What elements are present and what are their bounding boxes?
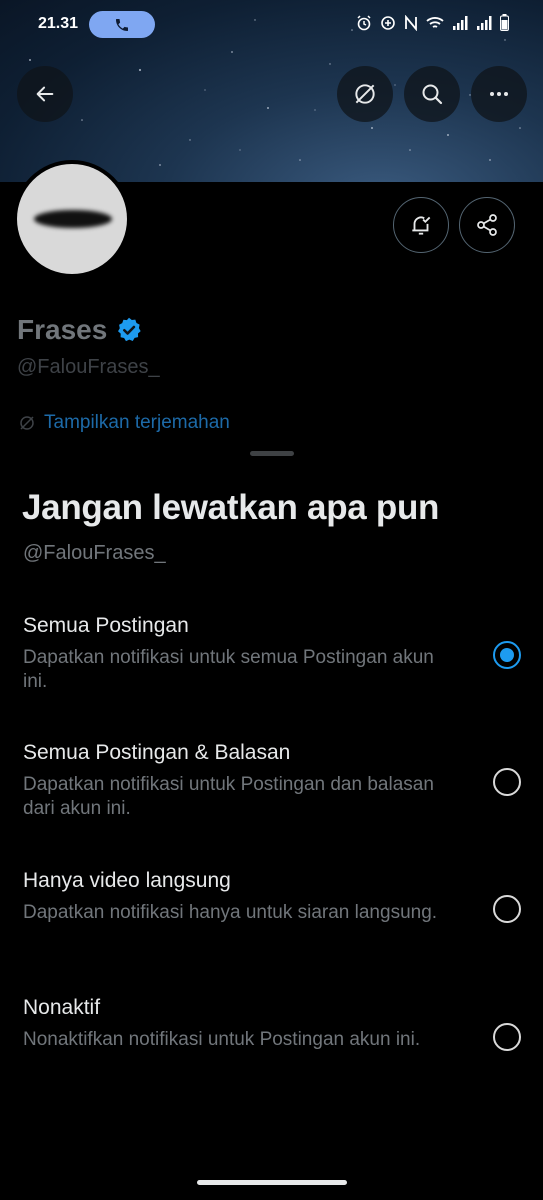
status-time: 21.31 xyxy=(38,15,79,32)
radio-posts-and-replies[interactable] xyxy=(493,768,521,796)
option-description: Dapatkan notifikasi untuk semua Postinga… xyxy=(23,647,434,692)
option-title: Semua Postingan & Balasan xyxy=(23,741,291,764)
status-icons xyxy=(356,14,509,31)
option-live-only[interactable]: Hanya video langsung Dapatkan notifikasi… xyxy=(0,869,543,979)
phone-icon xyxy=(116,18,128,31)
option-description: Nonaktifkan notifikasi untuk Postingan a… xyxy=(23,1029,421,1050)
option-title: Nonaktif xyxy=(23,996,101,1019)
back-button[interactable] xyxy=(17,66,73,122)
signal-icon xyxy=(476,15,492,31)
share-icon xyxy=(477,214,497,236)
ongoing-call-pill[interactable] xyxy=(89,11,155,38)
translate-toggle-button[interactable] xyxy=(337,66,393,122)
profile-handle: @FalouFrases_ xyxy=(17,356,160,378)
radio-all-posts[interactable] xyxy=(493,641,521,669)
home-indicator[interactable] xyxy=(197,1180,347,1185)
translate-off-icon xyxy=(355,84,375,104)
sheet-grabber[interactable] xyxy=(250,451,294,456)
option-description: Dapatkan notifikasi hanya untuk siaran l… xyxy=(23,902,438,923)
option-posts-and-replies[interactable]: Semua Postingan & Balasan Dapatkan notif… xyxy=(0,741,543,851)
translate-off-icon xyxy=(20,416,34,430)
option-title: Hanya video langsung xyxy=(23,869,231,892)
search-icon xyxy=(422,84,443,105)
sheet-title: Jangan lewatkan apa pun xyxy=(22,488,440,527)
nfc-icon xyxy=(404,14,418,31)
verified-badge-icon xyxy=(118,317,141,342)
bell-check-icon xyxy=(412,216,431,235)
share-button[interactable] xyxy=(459,197,515,253)
more-options-button[interactable] xyxy=(471,66,527,122)
sheet-handle: @FalouFrases_ xyxy=(23,542,166,564)
radio-live-only[interactable] xyxy=(493,895,521,923)
notification-settings-sheet: Jangan lewatkan apa pun @FalouFrases_ Se… xyxy=(0,440,543,1200)
alarm-icon xyxy=(356,14,372,31)
search-button[interactable] xyxy=(404,66,460,122)
option-all-posts[interactable]: Semua Postingan Dapatkan notifikasi untu… xyxy=(0,614,543,724)
avatar-scribble xyxy=(34,210,112,228)
avatar[interactable] xyxy=(13,160,131,278)
show-translation-link[interactable]: Tampilkan terjemahan xyxy=(18,412,230,434)
notifications-button[interactable] xyxy=(393,197,449,253)
battery-icon xyxy=(500,14,509,31)
option-off[interactable]: Nonaktif Nonaktifkan notifikasi untuk Po… xyxy=(0,996,543,1106)
profile-display-name: Frases xyxy=(17,314,108,345)
avatar-image xyxy=(17,164,127,274)
arrow-left-icon xyxy=(36,86,54,102)
option-title: Semua Postingan xyxy=(23,614,189,637)
data-saver-icon xyxy=(380,15,396,31)
show-translation-label: Tampilkan terjemahan xyxy=(44,412,230,433)
profile-name: Frases xyxy=(17,314,143,346)
option-description: Dapatkan notifikasi untuk Postingan dan … xyxy=(23,774,434,819)
radio-off[interactable] xyxy=(493,1023,521,1051)
signal-icon xyxy=(452,15,468,31)
more-horizontal-icon xyxy=(490,92,508,96)
status-bar: 21.31 xyxy=(0,0,543,50)
wifi-icon xyxy=(426,15,444,31)
